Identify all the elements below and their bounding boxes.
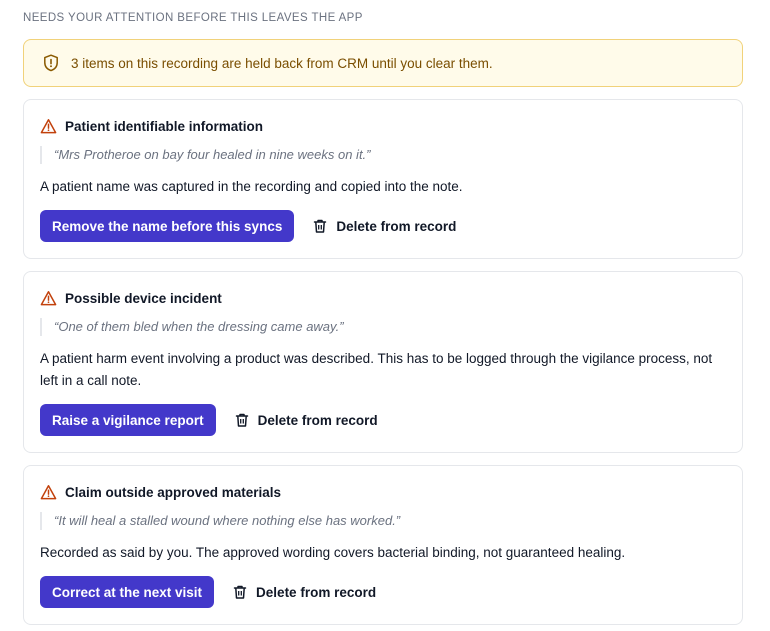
trash-icon <box>234 412 250 428</box>
attention-item-card: Possible device incident “One of them bl… <box>23 271 743 453</box>
item-title: Patient identifiable information <box>65 119 264 134</box>
banner-text: 3 items on this recording are held back … <box>71 55 493 71</box>
item-description: A patient name was captured in the recor… <box>40 179 463 194</box>
delete-label: Delete from record <box>257 412 378 428</box>
delete-label: Delete from record <box>336 218 457 234</box>
attention-panel: NEEDS YOUR ATTENTION BEFORE THIS LEAVES … <box>0 0 770 631</box>
delete-from-record-button[interactable]: Delete from record <box>312 218 456 234</box>
warning-triangle-icon <box>40 290 57 307</box>
item-title: Possible device incident <box>65 291 222 306</box>
item-quote: “It will heal a stalled wound where noth… <box>40 512 400 530</box>
shield-alert-icon <box>41 53 61 73</box>
warning-triangle-icon <box>40 118 57 135</box>
item-description: Recorded as said by you. The approved wo… <box>40 545 626 560</box>
correct-next-visit-button[interactable]: Correct at the next visit <box>40 576 215 608</box>
delete-label: Delete from record <box>256 584 377 600</box>
hold-banner: 3 items on this recording are held back … <box>23 39 743 87</box>
item-quote: “Mrs Protheroe on bay four healed in nin… <box>40 146 371 164</box>
section-title: NEEDS YOUR ATTENTION BEFORE THIS LEAVES … <box>23 12 363 24</box>
item-quote: “One of them bled when the dressing came… <box>40 318 344 336</box>
item-title: Claim outside approved materials <box>65 485 282 500</box>
attention-item-card: Claim outside approved materials “It wil… <box>23 465 743 625</box>
delete-from-record-button[interactable]: Delete from record <box>234 412 378 428</box>
warning-triangle-icon <box>40 484 57 501</box>
attention-item-card: Patient identifiable information “Mrs Pr… <box>23 99 743 259</box>
raise-vigilance-report-button[interactable]: Raise a vigilance report <box>40 404 216 436</box>
remove-name-button[interactable]: Remove the name before this syncs <box>40 210 295 242</box>
delete-from-record-button[interactable]: Delete from record <box>232 584 376 600</box>
trash-icon <box>232 584 248 600</box>
trash-icon <box>312 218 328 234</box>
item-description: A patient harm event involving a product… <box>40 351 713 388</box>
